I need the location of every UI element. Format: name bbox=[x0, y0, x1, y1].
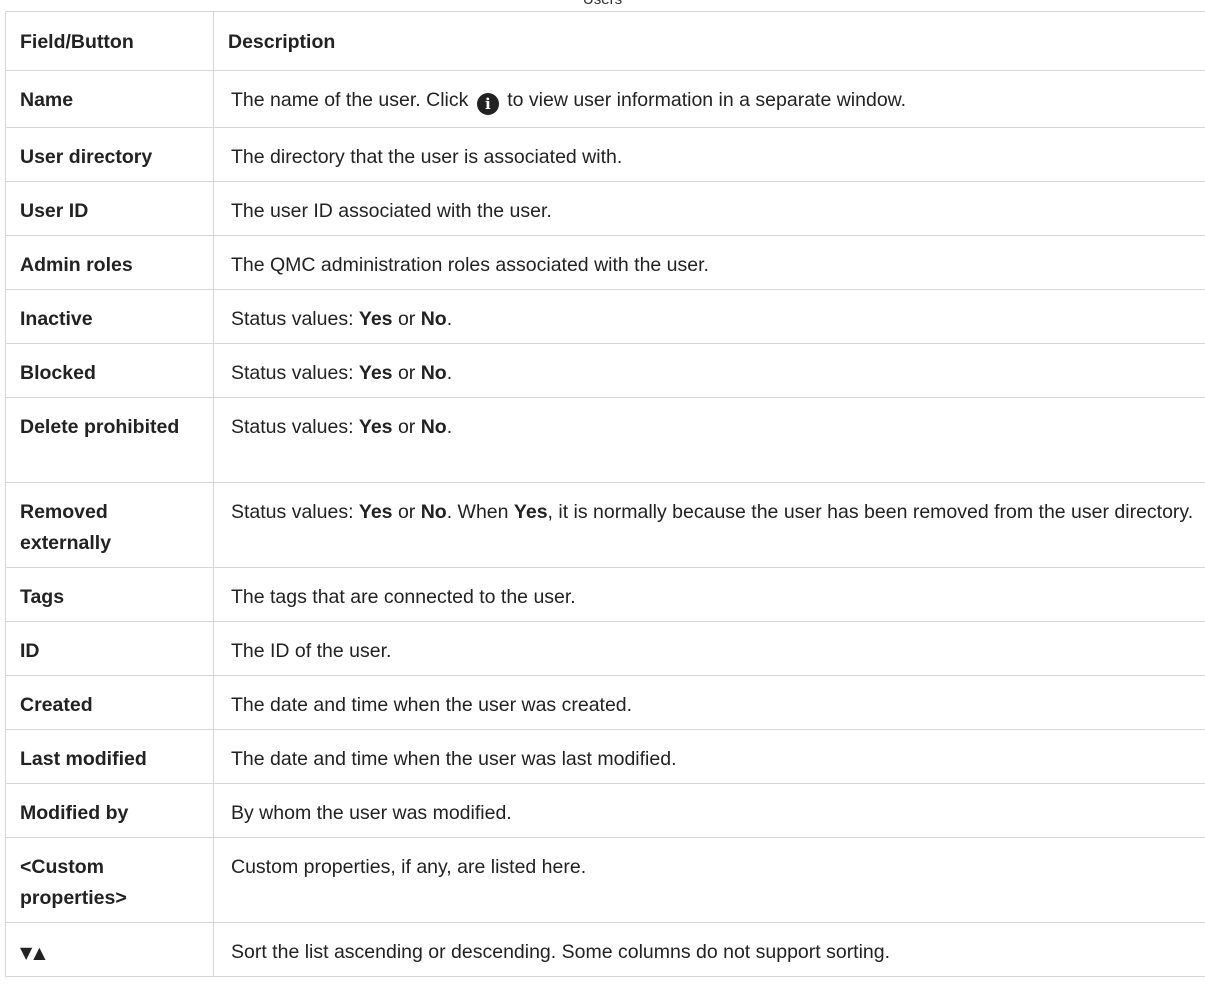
table-row: User ID The user ID associated with the … bbox=[5, 181, 1205, 236]
field-cell: ID bbox=[5, 621, 214, 676]
header-description: Description bbox=[213, 11, 1205, 71]
description-cell: The date and time when the user was crea… bbox=[213, 675, 1205, 730]
field-cell: Created bbox=[5, 675, 214, 730]
status-rest: , it is normally because the user has be… bbox=[547, 501, 1194, 523]
status-label: Status values: bbox=[231, 362, 354, 384]
users-fields-table: Field/Button Description Name The name o… bbox=[5, 11, 1205, 977]
table-row: Tags The tags that are connected to the … bbox=[5, 567, 1205, 622]
description-cell: By whom the user was modified. bbox=[213, 783, 1205, 838]
description-cell: The name of the user. Click i to view us… bbox=[213, 70, 1205, 128]
status-yes: Yes bbox=[358, 362, 393, 384]
status-yes: Yes bbox=[358, 308, 393, 330]
table-caption: Users bbox=[0, 0, 1205, 9]
status-no: No bbox=[420, 416, 447, 438]
table-row: User directory The directory that the us… bbox=[5, 127, 1205, 182]
table-row: Modified by By whom the user was modifie… bbox=[5, 783, 1205, 838]
status-label: Status values: bbox=[231, 308, 354, 330]
table-row: Admin roles The QMC administration roles… bbox=[5, 235, 1205, 290]
status-label: Status values: bbox=[231, 416, 354, 438]
field-cell: User ID bbox=[5, 181, 214, 236]
field-cell: Last modified bbox=[5, 729, 214, 784]
status-mid: . When bbox=[446, 501, 509, 523]
field-cell: Admin roles bbox=[5, 235, 214, 290]
table-header-row: Field/Button Description bbox=[5, 11, 1205, 71]
field-cell: ▼▲ bbox=[5, 922, 214, 977]
status-yes: Yes bbox=[513, 501, 548, 523]
status-no: No bbox=[420, 362, 447, 384]
table-row: Created The date and time when the user … bbox=[5, 675, 1205, 730]
field-cell: Name bbox=[5, 70, 214, 128]
description-cell: The directory that the user is associate… bbox=[213, 127, 1205, 182]
status-or: or bbox=[397, 308, 416, 330]
info-circle-icon: i bbox=[476, 93, 499, 115]
field-cell: User directory bbox=[5, 127, 214, 182]
status-label: Status values: bbox=[231, 501, 354, 523]
field-cell: Delete prohibited bbox=[5, 397, 214, 483]
table-row: Removed externally Status values: Yes or… bbox=[5, 482, 1205, 568]
field-cell: Inactive bbox=[5, 289, 214, 344]
description-cell: Custom properties, if any, are listed he… bbox=[213, 837, 1205, 923]
sort-arrows-icon: ▼▲ bbox=[20, 943, 47, 962]
status-or: or bbox=[397, 501, 416, 523]
description-cell: Status values: Yes or No. bbox=[213, 343, 1205, 398]
status-yes: Yes bbox=[358, 416, 393, 438]
table-row: Blocked Status values: Yes or No. bbox=[5, 343, 1205, 398]
table-row: ▼▲ Sort the list ascending or descending… bbox=[5, 922, 1205, 977]
field-cell: Blocked bbox=[5, 343, 214, 398]
field-cell: <Custom properties> bbox=[5, 837, 214, 923]
description-cell: The date and time when the user was last… bbox=[213, 729, 1205, 784]
status-end: . bbox=[446, 416, 453, 438]
status-end: . bbox=[446, 308, 453, 330]
description-cell: Status values: Yes or No. bbox=[213, 397, 1205, 483]
field-cell: Tags bbox=[5, 567, 214, 622]
table-row: <Custom properties> Custom properties, i… bbox=[5, 837, 1205, 923]
status-or: or bbox=[397, 362, 416, 384]
description-text: to view user information in a separate w… bbox=[507, 89, 907, 111]
status-yes: Yes bbox=[358, 501, 393, 523]
table-row: Inactive Status values: Yes or No. bbox=[5, 289, 1205, 344]
table-row: Last modified The date and time when the… bbox=[5, 729, 1205, 784]
table-row: Delete prohibited Status values: Yes or … bbox=[5, 397, 1205, 483]
description-cell: Status values: Yes or No. bbox=[213, 289, 1205, 344]
header-field-button: Field/Button bbox=[5, 11, 214, 71]
description-cell: The ID of the user. bbox=[213, 621, 1205, 676]
description-cell: Sort the list ascending or descending. S… bbox=[213, 922, 1205, 977]
description-text: The name of the user. Click bbox=[231, 89, 469, 111]
field-cell: Removed externally bbox=[5, 482, 214, 568]
description-cell: Status values: Yes or No. When Yes, it i… bbox=[213, 482, 1205, 568]
status-end: . bbox=[446, 362, 453, 384]
table-row: ID The ID of the user. bbox=[5, 621, 1205, 676]
table-row: Name The name of the user. Click i to vi… bbox=[5, 70, 1205, 128]
description-cell: The tags that are connected to the user. bbox=[213, 567, 1205, 622]
status-or: or bbox=[397, 416, 416, 438]
description-cell: The user ID associated with the user. bbox=[213, 181, 1205, 236]
description-cell: The QMC administration roles associated … bbox=[213, 235, 1205, 290]
status-no: No bbox=[420, 308, 447, 330]
field-cell: Modified by bbox=[5, 783, 214, 838]
status-no: No bbox=[420, 501, 447, 523]
